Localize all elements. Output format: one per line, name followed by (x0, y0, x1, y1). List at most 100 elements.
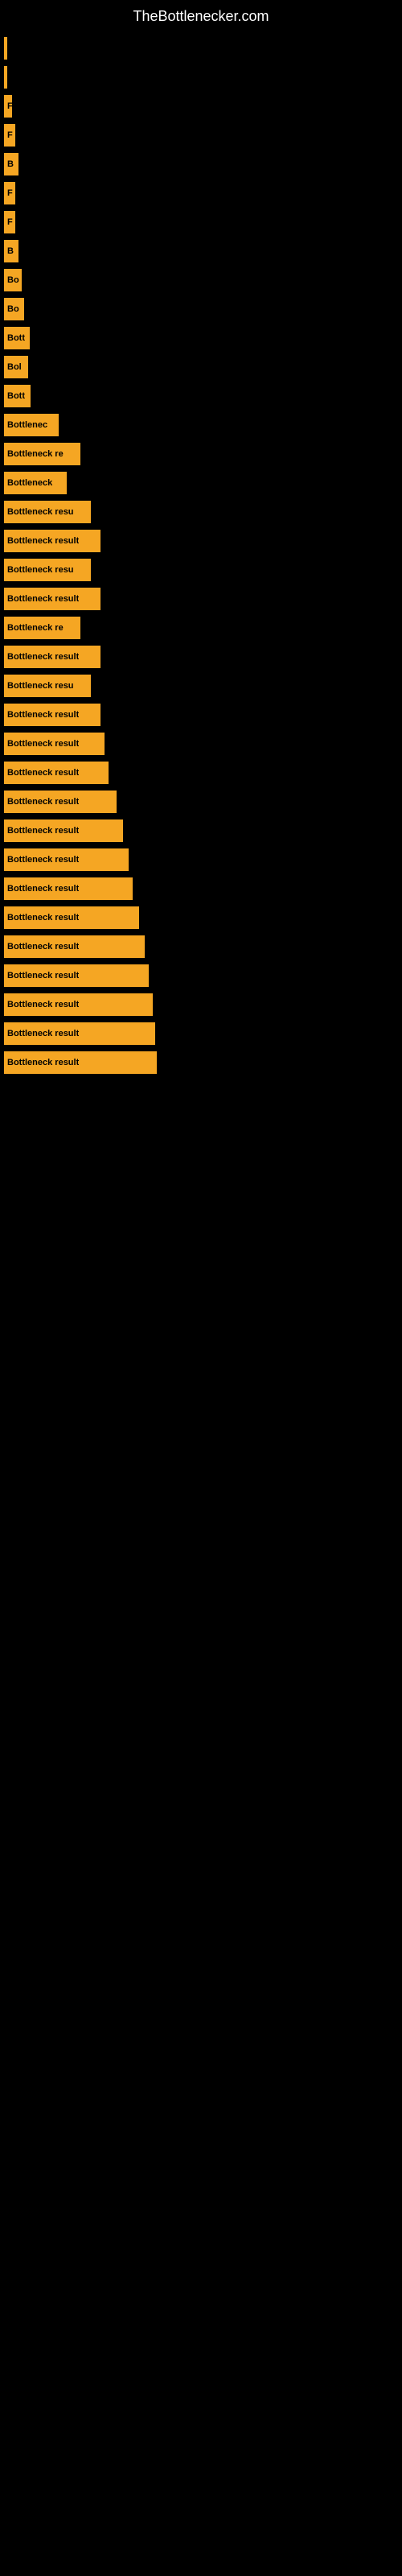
bar-row: Bo (0, 269, 402, 291)
bar-row: Bottleneck result (0, 1051, 402, 1074)
bar-label: Bottleneck result (7, 1058, 79, 1067)
bar-row (0, 37, 402, 60)
bar-label: Bottleneck result (7, 942, 79, 952)
bar-row: Bottleneck result (0, 819, 402, 842)
bar-label: Bottleneck result (7, 826, 79, 836)
bar-item: Bottleneck result (4, 993, 153, 1016)
bar-item: F (4, 182, 15, 204)
bar-row: Bol (0, 356, 402, 378)
bar-label: Bo (7, 304, 19, 314)
bar-item: F (4, 95, 12, 118)
bar-item: Bottleneck resu (4, 501, 91, 523)
bar-label: Bottleneck result (7, 1000, 79, 1009)
bar-item: Bottleneck result (4, 877, 133, 900)
bar-item (4, 66, 7, 89)
bar-row: Bottleneck result (0, 964, 402, 987)
bar-label: Bottleneck result (7, 855, 79, 865)
bar-row: Bottleneck result (0, 646, 402, 668)
bar-label: Bottlenec (7, 420, 47, 430)
bar-label: Bottleneck resu (7, 681, 74, 691)
bar-item: Bottleneck result (4, 964, 149, 987)
bar-item: Bo (4, 298, 24, 320)
bar-label: B (7, 246, 14, 256)
bar-item: B (4, 240, 18, 262)
bar-item: Bottleneck result (4, 704, 100, 726)
bar-item: Bottleneck result (4, 848, 129, 871)
site-title: TheBottlenecker.com (0, 0, 402, 29)
bar-label: Bottleneck result (7, 797, 79, 807)
bar-row: F (0, 95, 402, 118)
bar-label: Bottleneck result (7, 913, 79, 923)
bar-label: Bottleneck re (7, 449, 64, 459)
bar-row: Bottleneck result (0, 1022, 402, 1045)
bar-item: Bottleneck resu (4, 559, 91, 581)
bar-item: Bottleneck result (4, 762, 109, 784)
bar-label: Bottleneck result (7, 1029, 79, 1038)
bar-label: B (7, 159, 14, 169)
bar-item: Bottleneck result (4, 935, 145, 958)
bar-row (0, 66, 402, 89)
bar-row: Bottleneck result (0, 791, 402, 813)
bar-item: Bott (4, 327, 30, 349)
bar-label: Bol (7, 362, 22, 372)
bar-row: Bottleneck resu (0, 675, 402, 697)
bar-row: Bottleneck (0, 472, 402, 494)
bar-label: Bottleneck result (7, 594, 79, 604)
bar-row: Bottleneck result (0, 762, 402, 784)
bar-label: Bottleneck result (7, 971, 79, 980)
bar-label: Bottleneck resu (7, 565, 74, 575)
bar-item: Bottleneck result (4, 1022, 155, 1045)
bar-item: Bottleneck result (4, 530, 100, 552)
bar-row: Bottleneck result (0, 906, 402, 929)
bar-label: Bottleneck result (7, 710, 79, 720)
bar-row: Bott (0, 385, 402, 407)
bar-item: B (4, 153, 18, 175)
bar-label: Bottleneck result (7, 739, 79, 749)
bar-item: Bottleneck result (4, 646, 100, 668)
bar-label: F (7, 188, 13, 198)
bar-label: Bottleneck result (7, 884, 79, 894)
bar-item: Bottleneck resu (4, 675, 91, 697)
bar-item: Bottleneck result (4, 733, 105, 755)
bar-row: Bottleneck result (0, 848, 402, 871)
bar-row: Bottleneck result (0, 733, 402, 755)
bar-row: Bottleneck re (0, 443, 402, 465)
bar-item: Bottleneck result (4, 791, 117, 813)
bar-item (4, 37, 7, 60)
bar-row: Bottlenec (0, 414, 402, 436)
bar-row: Bottleneck result (0, 993, 402, 1016)
bar-label: Bottleneck result (7, 768, 79, 778)
bar-item: Bottleneck result (4, 906, 139, 929)
bar-item: F (4, 211, 15, 233)
bar-item: Bottleneck result (4, 588, 100, 610)
bar-item: Bol (4, 356, 28, 378)
bar-label: Bottleneck re (7, 623, 64, 633)
bar-item: Bottleneck result (4, 1051, 157, 1074)
bar-row: B (0, 153, 402, 175)
bar-row: F (0, 124, 402, 147)
bar-item: Bottleneck (4, 472, 67, 494)
bar-row: Bottleneck result (0, 935, 402, 958)
bar-label: Bo (7, 275, 19, 285)
bar-label: Bottleneck result (7, 536, 79, 546)
bar-row: B (0, 240, 402, 262)
bar-label: F (7, 130, 13, 140)
bar-row: Bottleneck result (0, 877, 402, 900)
bar-label: F (7, 101, 12, 111)
bar-row: Bottleneck re (0, 617, 402, 639)
bar-row: Bott (0, 327, 402, 349)
bar-item: Bottleneck re (4, 443, 80, 465)
bar-label: Bottleneck (7, 478, 52, 488)
bar-item: Bottlenec (4, 414, 59, 436)
bar-row: F (0, 182, 402, 204)
bar-label: Bott (7, 391, 25, 401)
bar-item: F (4, 124, 15, 147)
bar-row: Bottleneck resu (0, 559, 402, 581)
bar-item: Bottleneck re (4, 617, 80, 639)
bar-label: Bott (7, 333, 25, 343)
bar-label: Bottleneck resu (7, 507, 74, 517)
bar-item: Bott (4, 385, 31, 407)
bar-row: F (0, 211, 402, 233)
bars-container: F F B F F B Bo Bo Bott Bol Bott Bottlenec Bottleneck… (0, 29, 402, 1088)
bar-item: Bottleneck result (4, 819, 123, 842)
